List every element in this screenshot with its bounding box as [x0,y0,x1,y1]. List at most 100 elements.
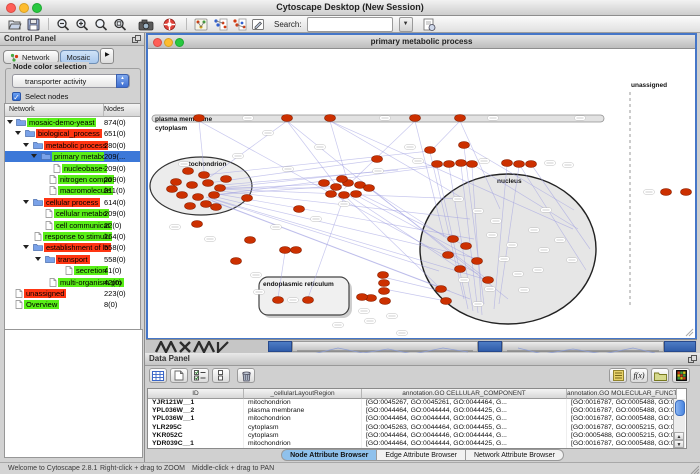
graph-node[interactable] [192,221,203,228]
graph-node[interactable] [443,252,454,259]
hidden-window-thumbnail[interactable] [502,341,664,352]
tree-row[interactable]: primary metabo209(... [5,151,140,162]
snapshot-camera-icon[interactable] [138,18,152,31]
save-icon[interactable] [27,18,41,31]
table-row[interactable]: YDR039C__1mitochondrion[GO:0044464, GO:0… [148,440,686,448]
tree-row[interactable]: unassigned223(0) [5,288,140,299]
app-titlebar[interactable]: Cytoscape Desktop (New Session) [0,0,700,16]
network-tree-header[interactable]: Network Nodes [5,104,140,117]
formula-builder-button[interactable]: f(x) [630,368,648,383]
graph-edge[interactable] [330,121,464,199]
tree-row-label[interactable]: establishment of lo [44,243,111,252]
tree-row-label[interactable]: biological_process [36,129,102,138]
table-row[interactable]: YPL036W__1mitochondrion[GO:0044464, GO:0… [148,415,686,423]
table-cell[interactable]: [GO:0044464, GO:0044444, GO:0044425, G..… [362,415,567,423]
select-nodes-checkbox[interactable]: ✓ [12,92,21,101]
graph-node[interactable] [432,161,443,168]
minimize-icon[interactable] [164,38,173,47]
hidden-window-tab[interactable] [268,341,292,352]
table-scrollbar[interactable]: ▲ ▼ [673,399,685,448]
graph-node[interactable] [280,247,291,254]
tab-edge-attribute-browser[interactable]: Edge Attribute Browser [377,449,466,461]
graph-node[interactable] [203,180,214,187]
graph-node[interactable] [209,192,220,199]
table-column-header[interactable]: ID [148,389,244,399]
tree-row[interactable]: secretion41(0) [5,265,140,276]
attribute-checklist-button[interactable] [191,368,209,383]
help-lifesaver-icon[interactable] [163,18,177,31]
table-cell[interactable]: mitochondrion [244,415,362,423]
scroll-up-icon[interactable]: ▲ [674,432,684,440]
graph-node[interactable] [661,189,672,196]
table-cell[interactable]: [GO:0044464, GO:0044444, GO:0044425, G..… [362,407,567,415]
scrollbar-thumb[interactable] [675,400,685,416]
layout-red-icon[interactable] [232,18,246,31]
node-color-dropdown[interactable]: transporter activity ▲▼ [12,74,130,88]
graph-node[interactable] [231,258,242,265]
expand-arrow-icon[interactable] [31,154,37,158]
graph-node[interactable] [379,280,390,287]
table-cell[interactable]: [GO:0045263, GO:0044464, GO:0044455, G..… [362,424,567,432]
tree-col-nodes[interactable]: Nodes [103,104,140,116]
graph-node[interactable] [379,288,390,295]
expand-arrow-icon[interactable] [7,120,13,124]
graph-node[interactable] [425,147,436,154]
graph-node[interactable] [337,176,348,183]
graph-node[interactable] [455,266,466,273]
graph-node[interactable] [483,277,494,284]
graph-node[interactable] [319,180,330,187]
tree-row[interactable]: nucleobase-209(0) [5,163,140,174]
table-cell[interactable]: YKR052C [148,432,244,440]
graph-edge[interactable] [287,121,336,185]
table-row[interactable]: YLR295Ccytoplasm[GO:0045263, GO:0044464,… [148,424,686,432]
graph-node[interactable] [273,297,284,304]
tree-row[interactable]: multi-organism pro42(0) [5,277,140,288]
hidden-window-thumbnail[interactable] [292,341,478,352]
tree-row-label[interactable]: cellular process [44,198,100,207]
graph-node[interactable] [448,236,459,243]
tree-row-label[interactable]: nucleobase- [62,164,107,173]
tree-row[interactable]: response to stimulu264(0) [5,231,140,242]
tab-node-attribute-browser[interactable]: Node Attribute Browser [281,449,377,461]
table-cell[interactable]: YLR295C [148,424,244,432]
table-column-header[interactable]: annotation.GO CELLULAR_COMPONENT [362,389,567,399]
expand-arrow-icon[interactable] [35,257,41,261]
float-panel-icon[interactable] [132,35,141,43]
search-input[interactable] [307,17,393,32]
graph-node[interactable] [325,115,336,122]
graph-node[interactable] [461,243,472,250]
graph-edge[interactable] [430,121,460,152]
delete-attribute-trash-button[interactable] [237,368,255,383]
tab-network-attribute-browser[interactable]: Network Attribute Browser [466,449,564,461]
minimize-icon[interactable] [19,3,29,13]
graph-node[interactable] [291,247,302,254]
tree-row[interactable]: biological_process651(0) [5,128,140,139]
zoom-out-icon[interactable] [56,18,70,31]
close-icon[interactable] [6,3,16,13]
graph-node[interactable] [326,191,337,198]
tree-col-network[interactable]: Network [5,104,103,116]
select-attributes-button[interactable] [149,368,167,383]
graph-node[interactable] [456,160,467,167]
graph-edge[interactable] [344,121,415,189]
tree-row[interactable]: establishment of lo558(0) [5,242,140,253]
graph-node[interactable] [221,176,232,183]
float-panel-icon[interactable] [688,355,697,363]
table-cell[interactable]: [GO:0016787, GO:0005488, GO:0005215, G..… [567,399,677,407]
zoom-window-icon[interactable] [175,38,184,47]
graph-node[interactable] [357,294,368,301]
graph-node[interactable] [681,189,692,196]
tree-row-label[interactable]: mosaic-demo-yeast [27,118,96,127]
table-cell[interactable]: [GO:0044464, GO:0044446, GO:0044444, G..… [362,432,567,440]
graph-node[interactable] [245,237,256,244]
resize-grip-icon[interactable] [689,464,699,474]
tree-row-label[interactable]: Overview [24,300,59,309]
graph-node[interactable] [351,191,362,198]
graph-node[interactable] [526,161,537,168]
tree-row[interactable]: transport558(0) [5,254,140,265]
import-attributes-folder-button[interactable] [651,368,669,383]
table-cell[interactable]: [GO:0005488, GO:0005215, GO:0003674] [567,432,677,440]
graph-node[interactable] [455,115,466,122]
graph-node[interactable] [187,182,198,189]
tree-row-label[interactable]: transport [56,255,90,264]
